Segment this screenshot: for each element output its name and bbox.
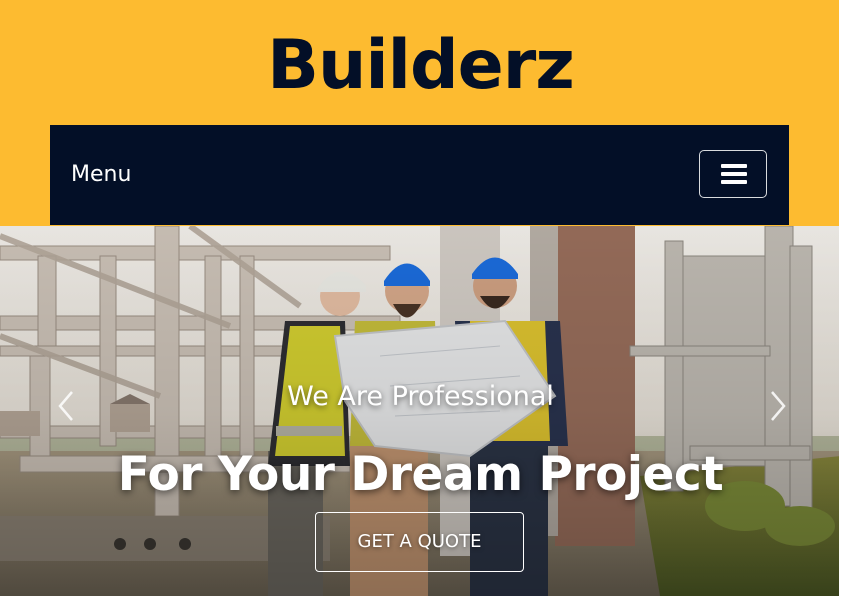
hero-carousel: We Are Professional For Your Dream Proje…: [0, 226, 841, 596]
hamburger-icon: [721, 164, 747, 168]
page: Builderz Menu We Are Professional For Yo…: [0, 0, 841, 596]
navbar: Menu: [50, 125, 789, 225]
hero-subtitle: We Are Professional: [287, 381, 554, 412]
brand-logo[interactable]: Builderz: [0, 20, 841, 112]
get-a-quote-button[interactable]: GET A QUOTE: [315, 512, 524, 572]
hamburger-icon-line: [721, 180, 747, 184]
hamburger-icon-line: [721, 172, 747, 176]
hero-title: For Your Dream Project: [117, 447, 724, 502]
navbar-toggle-button[interactable]: [699, 150, 767, 198]
menu-label: Menu: [71, 162, 132, 187]
top-bar: Builderz Menu: [0, 0, 841, 226]
